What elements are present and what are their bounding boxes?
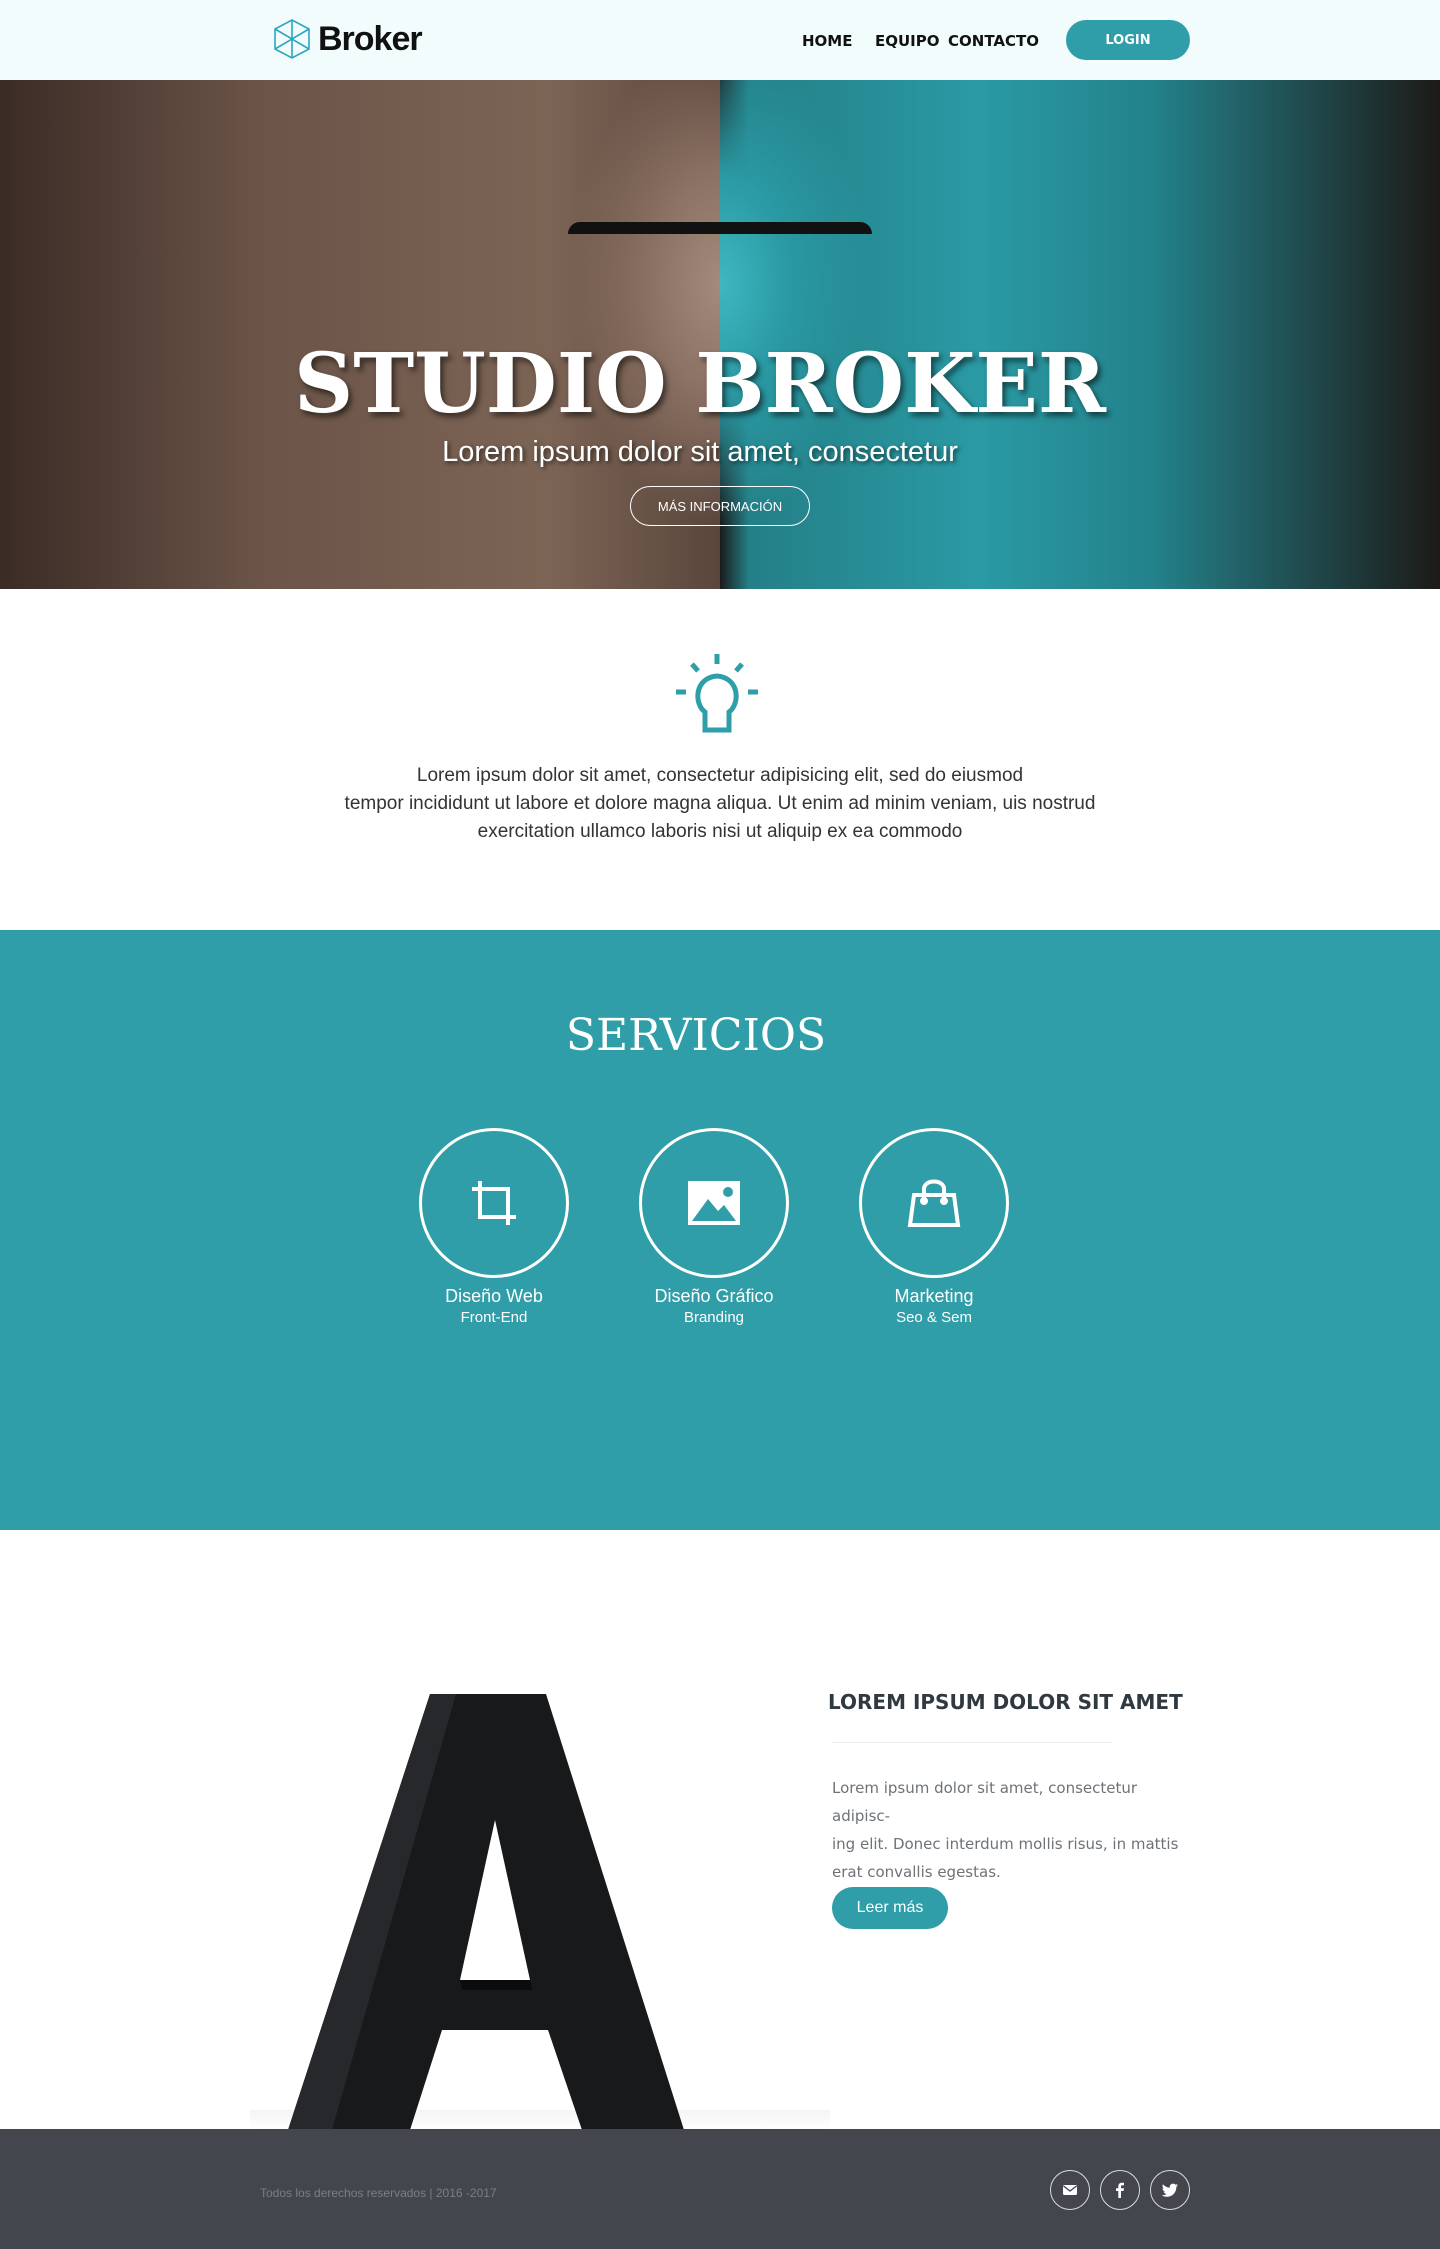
feature-divider <box>832 1742 1112 1743</box>
mail-button[interactable] <box>1050 2170 1090 2210</box>
service-diseno-grafico: Diseño Gráfico Branding <box>604 1128 824 1326</box>
mail-icon <box>1063 2185 1077 2195</box>
nav-contacto-link[interactable]: CONTACTO <box>948 32 1039 50</box>
service-marketing: Marketing Seo & Sem <box>824 1128 1044 1326</box>
nav-equipo-link[interactable]: EQUIPO <box>875 32 940 50</box>
intro-line: exercitation ullamco laboris nisi ut ali… <box>477 821 963 842</box>
twitter-button[interactable] <box>1150 2170 1190 2210</box>
cube-logo-icon <box>274 19 310 59</box>
read-more-button[interactable]: Leer más <box>832 1887 948 1929</box>
intro-paragraph: Lorem ipsum dolor sit amet, consectetur … <box>330 762 1110 846</box>
service-diseno-web: Diseño Web Front-End <box>384 1128 604 1326</box>
services-section: SERVICIOS Diseño Web Front-End Diseño Gr… <box>0 930 1440 1530</box>
services-title: SERVICIOS <box>565 1010 827 1061</box>
shopping-bag-icon <box>907 1179 961 1227</box>
service-icon-circle[interactable] <box>419 1128 569 1278</box>
service-icon-circle[interactable] <box>859 1128 1009 1278</box>
login-button[interactable]: LOGIN <box>1066 20 1190 60</box>
hero-subtitle: Lorem ipsum dolor sit amet, consectetur <box>442 436 958 468</box>
service-title: Marketing <box>894 1286 974 1306</box>
service-subtitle: Branding <box>683 1309 745 1326</box>
footer: Todos los derechos reservados | 2016 -20… <box>0 2129 1440 2249</box>
service-title: Diseño Web <box>445 1286 543 1306</box>
lightbulb-icon <box>676 654 758 733</box>
feature-paragraph: Lorem ipsum dolor sit amet, consectetur … <box>832 1774 1192 1886</box>
service-title: Diseño Gráfico <box>654 1286 774 1306</box>
intro-line: tempor incididunt ut labore et dolore ma… <box>344 793 1096 814</box>
hero-photo-glasses <box>568 222 872 282</box>
crop-icon <box>472 1181 516 1225</box>
image-icon <box>688 1181 740 1225</box>
feature-line: Lorem ipsum dolor sit amet, consectetur … <box>832 1779 1138 1825</box>
copyright-text: Todos los derechos reservados | 2016 -20… <box>260 2186 497 2200</box>
more-info-button[interactable]: MÁS INFORMACIÓN <box>630 486 810 526</box>
feature-line: ing elit. Donec interdum mollis risus, i… <box>832 1835 1179 1853</box>
service-icon-circle[interactable] <box>639 1128 789 1278</box>
brand-logo[interactable]: Broker <box>272 18 423 60</box>
feature-line: erat convallis egestas. <box>832 1863 1001 1881</box>
top-nav: Broker HOME EQUIPO CONTACTO LOGIN <box>0 0 1440 80</box>
nav-home-link[interactable]: HOME <box>802 32 852 50</box>
service-subtitle: Front-End <box>460 1309 528 1326</box>
feature-title: LOREM IPSUM DOLOR SIT AMET <box>828 1690 1183 1714</box>
brand-name: Broker <box>318 19 423 58</box>
service-subtitle: Seo & Sem <box>896 1309 972 1326</box>
intro-line: Lorem ipsum dolor sit amet, consectetur … <box>416 765 1024 786</box>
facebook-button[interactable] <box>1100 2170 1140 2210</box>
hero-title: STUDIO BROKER <box>294 336 1106 432</box>
letter-a-image <box>288 1694 684 2130</box>
hero-banner: STUDIO BROKER Lorem ipsum dolor sit amet… <box>0 80 1440 589</box>
twitter-icon <box>1161 2183 1178 2197</box>
facebook-icon <box>1116 2182 1124 2198</box>
